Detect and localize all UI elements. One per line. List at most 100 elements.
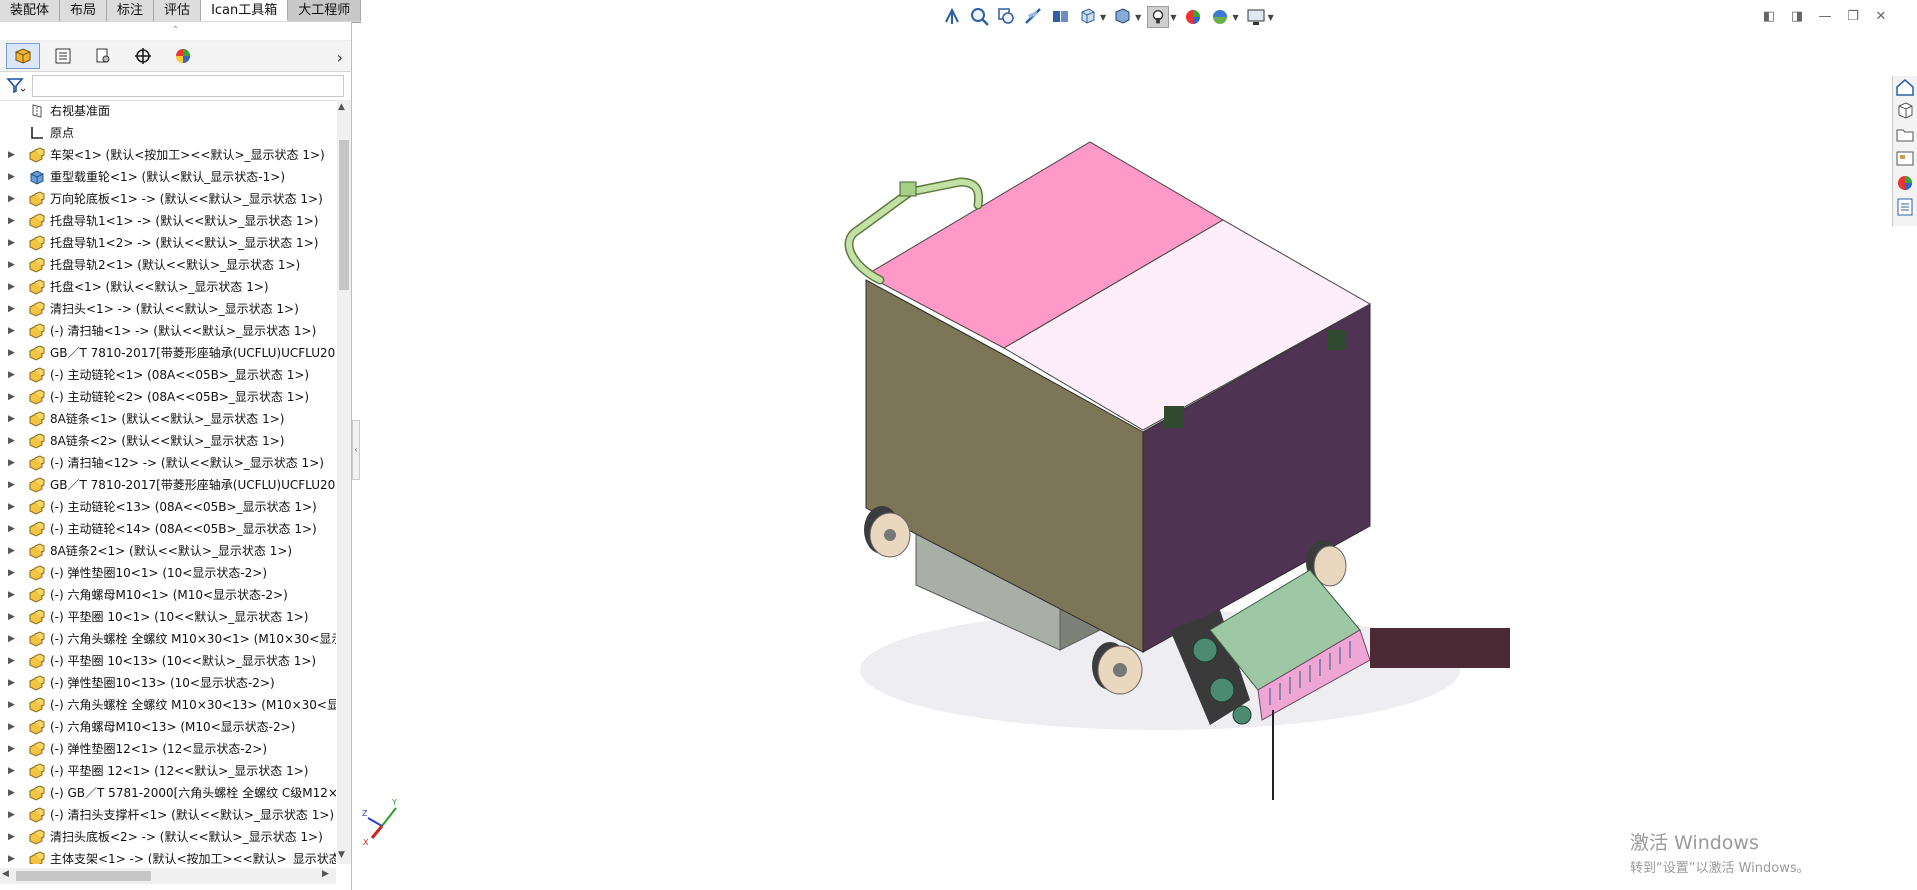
scroll-up-icon[interactable]: ▲ [338, 102, 345, 112]
dynamic-annotation-icon[interactable] [1050, 6, 1072, 28]
expand-arrow-icon[interactable]: ▶ [8, 760, 18, 782]
expand-arrow-icon[interactable]: ▶ [8, 848, 18, 864]
section-view-icon[interactable] [1023, 6, 1045, 28]
tile-left-icon[interactable]: ◧ [1755, 6, 1783, 26]
tree-item[interactable]: ▶ (-) 清扫头支撑杆<1> (默认<<默认>_显示状态 1>) [0, 804, 336, 826]
expand-arrow-icon[interactable]: ▶ [8, 540, 18, 562]
expand-arrow-icon[interactable]: ▶ [8, 716, 18, 738]
configuration-manager-icon[interactable] [86, 43, 120, 69]
expand-arrow-icon[interactable]: ▶ [8, 562, 18, 584]
tab-3[interactable]: 评估 [154, 0, 202, 21]
expand-arrow-icon[interactable]: ▶ [8, 254, 18, 276]
expand-arrow-icon[interactable]: ▶ [8, 364, 18, 386]
display-style-icon[interactable] [1112, 6, 1134, 28]
tree-item[interactable]: ▶ (-) 主动链轮<13> (08A<<05B>_显示状态 1>) [0, 496, 336, 518]
tree-item[interactable]: ▶ (-) GB／T 5781-2000[六角头螺栓 全螺纹 C级M12×3 [0, 782, 336, 804]
feature-manager-icon[interactable] [6, 43, 40, 69]
expand-arrow-icon[interactable]: ▶ [8, 320, 18, 342]
expand-arrow-icon[interactable]: ▶ [8, 452, 18, 474]
tree-item[interactable]: ▶ 托盘导轨1<1> -> (默认<<默认>_显示状态 1>) [0, 210, 336, 232]
tab-4[interactable]: Ican工具箱 [201, 0, 289, 21]
tree-item[interactable]: ▶ GB／T 7810-2017[带菱形座轴承(UCFLU)UCFLU202]- [0, 474, 336, 496]
tile-right-icon[interactable]: ◨ [1783, 6, 1811, 26]
expand-arrow-icon[interactable]: ▶ [8, 188, 18, 210]
zoom-to-fit-icon[interactable] [942, 6, 964, 28]
expand-arrow-icon[interactable]: ▶ [8, 386, 18, 408]
tree-item[interactable]: ▶ 清扫头<1> -> (默认<<默认>_显示状态 1>) [0, 298, 336, 320]
tree-item[interactable]: ▶ (-) 平垫圈 10<13> (10<<默认>_显示状态 1>) [0, 650, 336, 672]
filter-input[interactable] [32, 75, 344, 97]
apply-scene-icon[interactable] [1209, 6, 1231, 28]
custom-properties-icon[interactable] [1893, 196, 1917, 218]
model-viewport[interactable] [830, 130, 1530, 810]
view-palette-icon[interactable] [1893, 148, 1917, 170]
expand-arrow-icon[interactable]: ▶ [8, 276, 18, 298]
tree-item[interactable]: ▶ (-) 主动链轮<1> (08A<<05B>_显示状态 1>) [0, 364, 336, 386]
appearances-icon[interactable] [1893, 172, 1917, 194]
expand-arrow-icon[interactable]: ▶ [8, 408, 18, 430]
close-icon[interactable]: ✕ [1867, 6, 1895, 26]
expand-arrow-icon[interactable]: ▶ [8, 518, 18, 540]
expand-arrow-icon[interactable]: ▶ [8, 672, 18, 694]
hide-show-items-icon[interactable] [1147, 6, 1170, 28]
tree-item[interactable]: ▶ (-) 主动链轮<2> (08A<<05B>_显示状态 1>) [0, 386, 336, 408]
tree-item[interactable]: ▶ (-) 平垫圈 12<1> (12<<默认>_显示状态 1>) [0, 760, 336, 782]
tree-item[interactable]: ▶ (-) 弹性垫圈10<1> (10<显示状态-2>) [0, 562, 336, 584]
tree-item[interactable]: ▶ 托盘导轨2<1> (默认<<默认>_显示状态 1>) [0, 254, 336, 276]
restore-icon[interactable]: ❐ [1839, 6, 1867, 26]
tree-item[interactable]: ▶ GB／T 7810-2017[带菱形座轴承(UCFLU)UCFLU202]- [0, 342, 336, 364]
expand-arrow-icon[interactable]: ▶ [8, 694, 18, 716]
tree-item[interactable]: ▶ 清扫头底板<2> -> (默认<<默认>_显示状态 1>) [0, 826, 336, 848]
expand-arrow-icon[interactable]: ▶ [8, 298, 18, 320]
dropdown-caret-icon[interactable]: ▼ [1170, 13, 1176, 22]
scroll-thumb[interactable] [339, 140, 349, 290]
tree-item[interactable]: ▶ (-) 六角头螺栓 全螺纹 M10×30<1> (M10×30<显示 [0, 628, 336, 650]
expand-arrow-icon[interactable]: ▶ [8, 804, 18, 826]
tree-item[interactable]: ▶ (-) 六角头螺栓 全螺纹 M10×30<13> (M10×30<显示 [0, 694, 336, 716]
zoom-to-area-icon[interactable] [969, 6, 991, 28]
tree-item[interactable]: 原点 [0, 122, 336, 144]
scroll-down-icon[interactable]: ▼ [338, 850, 345, 860]
tree-vertical-scrollbar[interactable]: ▲ ▼ [337, 100, 351, 864]
dropdown-caret-icon[interactable]: ▼ [1135, 13, 1141, 22]
tab-5[interactable]: 大工程师 [288, 0, 362, 21]
tree-item[interactable]: ▶ (-) 弹性垫圈12<1> (12<显示状态-2>) [0, 738, 336, 760]
expand-arrow-icon[interactable]: ▶ [8, 782, 18, 804]
tree-item[interactable]: ▶ (-) 主动链轮<14> (08A<<05B>_显示状态 1>) [0, 518, 336, 540]
tree-item[interactable]: ▶ 重型载重轮<1> (默认<默认_显示状态-1>) [0, 166, 336, 188]
expand-arrow-icon[interactable]: ▶ [8, 738, 18, 760]
panel-grip[interactable]: ⌃ [0, 22, 351, 41]
expand-arrow-icon[interactable]: ▶ [8, 144, 18, 166]
tree-item[interactable]: ▶ 8A链条2<1> (默认<<默认>_显示状态 1>) [0, 540, 336, 562]
design-library-icon[interactable] [1893, 100, 1917, 122]
panel-more-arrow[interactable]: › [337, 48, 343, 67]
tree-item[interactable]: ▶ 车架<1> (默认<按加工><<默认>_显示状态 1>) [0, 144, 336, 166]
tab-0[interactable]: 装配体 [0, 0, 61, 21]
expand-arrow-icon[interactable]: ▶ [8, 232, 18, 254]
scroll-thumb-horizontal[interactable] [16, 871, 151, 881]
panel-splitter-handle[interactable]: ‹ [352, 420, 360, 480]
tree-item[interactable]: ▶ 主体支架<1> -> (默认<按加工><<默认>_显示状态 [0, 848, 336, 864]
expand-arrow-icon[interactable]: ▶ [8, 210, 18, 232]
tab-2[interactable]: 标注 [107, 0, 155, 21]
expand-arrow-icon[interactable]: ▶ [8, 826, 18, 848]
tab-1[interactable]: 布局 [60, 0, 108, 21]
tree-item[interactable]: ▶ (-) 清扫轴<1> -> (默认<<默认>_显示状态 1>) [0, 320, 336, 342]
scroll-left-icon[interactable]: ◀ [2, 869, 9, 879]
view-settings-icon[interactable] [1245, 6, 1267, 28]
expand-arrow-icon[interactable]: ▶ [8, 474, 18, 496]
expand-arrow-icon[interactable]: ▶ [8, 496, 18, 518]
filter-icon[interactable] [6, 76, 26, 97]
expand-arrow-icon[interactable]: ▶ [8, 650, 18, 672]
display-manager-icon[interactable] [166, 43, 200, 69]
minimize-icon[interactable]: — [1811, 6, 1839, 26]
dropdown-caret-icon[interactable]: ▼ [1100, 13, 1106, 22]
tree-horizontal-scrollbar[interactable]: ◀ ▶ [0, 868, 336, 884]
edit-appearance-icon[interactable] [1182, 6, 1204, 28]
tree-item[interactable]: ▶ 8A链条<1> (默认<<默认>_显示状态 1>) [0, 408, 336, 430]
tree-item[interactable]: ▶ 托盘导轨1<2> -> (默认<<默认>_显示状态 1>) [0, 232, 336, 254]
tree-item[interactable]: ▶ 万向轮底板<1> -> (默认<<默认>_显示状态 1>) [0, 188, 336, 210]
file-explorer-icon[interactable] [1893, 124, 1917, 146]
tree-item[interactable]: ▶ 托盘<1> (默认<<默认>_显示状态 1>) [0, 276, 336, 298]
expand-arrow-icon[interactable]: ▶ [8, 606, 18, 628]
